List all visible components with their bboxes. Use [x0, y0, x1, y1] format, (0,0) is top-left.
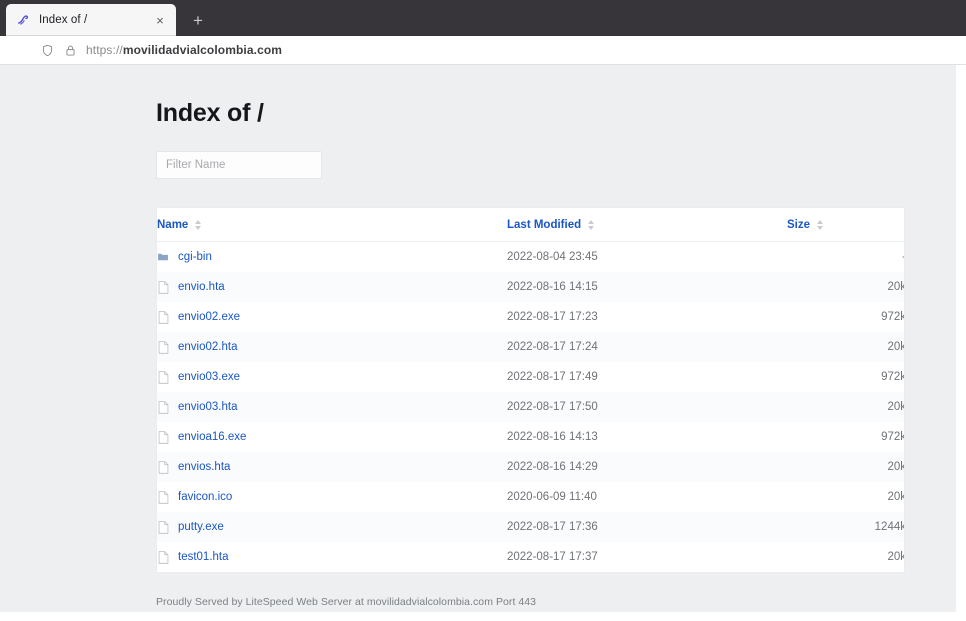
navigation-bar: https://movilidadvialcolombia.com — [0, 36, 966, 65]
cell-last-modified: 2022-08-04 23:45 — [507, 241, 787, 272]
directory-listing-table: Name Last Modified Size cgi-bin 2022-08-… — [156, 207, 905, 573]
browser-tab-index-of[interactable]: Index of / × — [6, 4, 176, 36]
cell-name: envioa16.exe — [157, 422, 507, 452]
column-header-size-label: Size — [787, 219, 811, 231]
cell-size: 20k — [787, 542, 904, 572]
entry-link[interactable]: test01.hta — [178, 551, 229, 563]
entry-link[interactable]: envioa16.exe — [178, 431, 246, 443]
browser-window: Index of / × + https://movilidadvialcolo… — [0, 0, 966, 621]
cell-size: 972k — [787, 362, 904, 392]
cell-last-modified: 2022-08-17 17:24 — [507, 332, 787, 362]
table-row[interactable]: envio03.hta 2022-08-17 17:50 20k — [157, 392, 904, 422]
cell-last-modified: 2022-08-17 17:23 — [507, 302, 787, 332]
table-row[interactable]: envio02.hta 2022-08-17 17:24 20k — [157, 332, 904, 362]
tab-title: Index of / — [39, 14, 88, 26]
entry-link[interactable]: putty.exe — [178, 521, 224, 533]
cell-last-modified: 2022-08-16 14:29 — [507, 452, 787, 482]
entry-link[interactable]: envios.hta — [178, 461, 230, 473]
directory-listing-page: Index of / Name — [0, 65, 956, 612]
cell-last-modified: 2022-08-16 14:15 — [507, 272, 787, 302]
file-icon — [157, 280, 169, 294]
table-row[interactable]: envioa16.exe 2022-08-16 14:13 972k — [157, 422, 904, 452]
file-icon — [157, 400, 169, 414]
cell-name: envio03.hta — [157, 392, 507, 422]
url-scheme: https:// — [86, 43, 123, 57]
cell-size: 972k — [787, 422, 904, 452]
new-tab-button[interactable]: + — [184, 6, 212, 34]
entry-link[interactable]: cgi-bin — [178, 251, 212, 263]
column-header-size[interactable]: Size — [787, 208, 904, 242]
table-row[interactable]: putty.exe 2022-08-17 17:36 1244k — [157, 512, 904, 542]
table-row[interactable]: test01.hta 2022-08-17 17:37 20k — [157, 542, 904, 572]
file-icon — [157, 460, 169, 474]
sort-icon[interactable] — [587, 220, 595, 230]
folder-icon — [157, 250, 169, 264]
file-icon — [157, 550, 169, 564]
column-header-name[interactable]: Name — [157, 208, 507, 242]
file-icon — [157, 370, 169, 384]
litespeed-logo-icon — [16, 13, 31, 28]
cell-name: envio.hta — [157, 272, 507, 302]
cell-last-modified: 2020-06-09 11:40 — [507, 482, 787, 512]
cell-size: - — [787, 241, 904, 272]
entry-link[interactable]: favicon.ico — [178, 491, 232, 503]
cell-name: envio02.hta — [157, 332, 507, 362]
server-footer-note: Proudly Served by LiteSpeed Web Server a… — [156, 596, 537, 608]
close-icon[interactable]: × — [152, 12, 168, 28]
cell-name: cgi-bin — [157, 242, 507, 272]
sort-icon[interactable] — [816, 220, 824, 230]
table-row[interactable]: envios.hta 2022-08-16 14:29 20k — [157, 452, 904, 482]
file-icon — [157, 310, 169, 324]
url-bar[interactable]: https://movilidadvialcolombia.com — [12, 38, 956, 62]
url-text: https://movilidadvialcolombia.com — [86, 43, 282, 57]
entry-link[interactable]: envio03.exe — [178, 371, 240, 383]
cell-name: envio02.exe — [157, 302, 507, 332]
table-row[interactable]: envio03.exe 2022-08-17 17:49 972k — [157, 362, 904, 392]
cell-size: 20k — [787, 452, 904, 482]
table-header-row: Name Last Modified Size — [157, 208, 904, 242]
file-icon — [157, 340, 169, 354]
cell-last-modified: 2022-08-16 14:13 — [507, 422, 787, 452]
cell-last-modified: 2022-08-17 17:36 — [507, 512, 787, 542]
cell-name: favicon.ico — [157, 482, 507, 512]
cell-name: putty.exe — [157, 512, 507, 542]
cell-last-modified: 2022-08-17 17:49 — [507, 362, 787, 392]
filter-name-input[interactable] — [156, 151, 322, 179]
cell-name: envios.hta — [157, 452, 507, 482]
table-row[interactable]: envio02.exe 2022-08-17 17:23 972k — [157, 302, 904, 332]
column-header-last-modified[interactable]: Last Modified — [507, 208, 787, 242]
file-icon — [157, 520, 169, 534]
entry-link[interactable]: envio02.hta — [178, 341, 237, 353]
table-row[interactable]: favicon.ico 2020-06-09 11:40 20k — [157, 482, 904, 512]
file-icon — [157, 430, 169, 444]
entry-link[interactable]: envio02.exe — [178, 311, 240, 323]
table-body: cgi-bin 2022-08-04 23:45- envio.hta 2022-08… — [157, 241, 904, 572]
cell-name: test01.hta — [157, 542, 507, 572]
page-viewport: Index of / Name — [0, 65, 966, 621]
cell-name: envio03.exe — [157, 362, 507, 392]
cell-size: 20k — [787, 272, 904, 302]
column-header-name-label: Name — [157, 219, 189, 231]
entry-link[interactable]: envio03.hta — [178, 401, 237, 413]
tab-strip: Index of / × + — [0, 0, 966, 36]
cell-last-modified: 2022-08-17 17:37 — [507, 542, 787, 572]
column-header-last-modified-label: Last Modified — [507, 219, 582, 231]
entry-link[interactable]: envio.hta — [178, 281, 225, 293]
table-row[interactable]: cgi-bin 2022-08-04 23:45- — [157, 241, 904, 272]
url-host: movilidadvialcolombia.com — [122, 43, 283, 57]
cell-size: 1244k — [787, 512, 904, 542]
cell-size: 20k — [787, 392, 904, 422]
page-title: Index of / — [156, 99, 264, 127]
cell-size: 20k — [787, 332, 904, 362]
file-icon — [157, 490, 169, 504]
shield-icon[interactable] — [40, 43, 54, 57]
cell-size: 20k — [787, 482, 904, 512]
padlock-icon[interactable] — [63, 43, 77, 57]
table-row[interactable]: envio.hta 2022-08-16 14:15 20k — [157, 272, 904, 302]
cell-size: 972k — [787, 302, 904, 332]
sort-icon[interactable] — [194, 220, 202, 230]
cell-last-modified: 2022-08-17 17:50 — [507, 392, 787, 422]
